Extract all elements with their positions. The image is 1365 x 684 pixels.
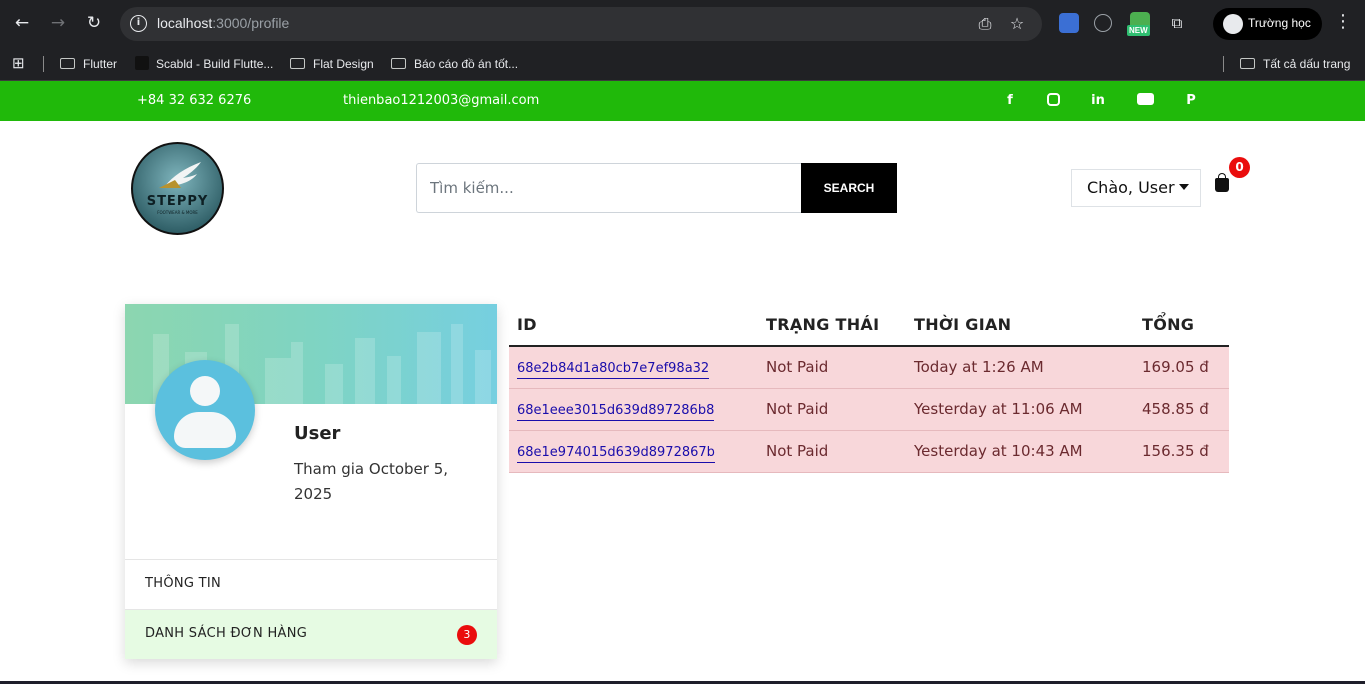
profile-card: User Tham gia October 5, 2025 THÔNG TIN …: [125, 304, 497, 659]
profile-avatar: [1223, 14, 1243, 34]
avatar: [155, 360, 255, 460]
folder-icon: [391, 58, 406, 69]
bookmark-label: Flutter: [83, 57, 118, 71]
browser-menu-icon[interactable]: ⋮: [1334, 12, 1352, 32]
table-header-row: ID TRẠNG THÁI THỜI GIAN TỔNG: [509, 304, 1229, 347]
user-greeting: Chào, User: [1087, 178, 1175, 197]
cart-count-badge: 0: [1229, 157, 1250, 178]
order-total: 458.85 đ: [1134, 388, 1229, 431]
pinterest-icon[interactable]: P: [1181, 91, 1201, 111]
column-header-id: ID: [509, 304, 758, 347]
bookmark-scabld[interactable]: Scabld - Build Flutte...: [135, 54, 273, 74]
caret-down-icon: [1178, 184, 1189, 190]
forward-icon[interactable]: →: [46, 11, 70, 35]
search-button[interactable]: SEARCH: [801, 163, 897, 213]
extensions-puzzle-icon[interactable]: ⧉: [1165, 11, 1189, 35]
profile-joined-date: Tham gia October 5, 2025: [294, 460, 448, 503]
order-status: Not Paid: [758, 430, 906, 473]
folder-icon: [290, 58, 305, 69]
logo-subtext: FOOTWEAR & MORE: [157, 210, 198, 215]
url-path: :3000/profile: [212, 15, 290, 31]
bookmark-label: Scabld - Build Flutte...: [156, 57, 274, 71]
column-header-status: TRẠNG THÁI: [758, 304, 906, 347]
orders-table: ID TRẠNG THÁI THỜI GIAN TỔNG 68e2b84d1a8…: [509, 304, 1229, 473]
bookmarks-separator: [1223, 56, 1224, 72]
order-total: 156.35 đ: [1134, 430, 1229, 473]
orders-count-badge: 3: [457, 625, 477, 645]
reload-icon[interactable]: ↻: [82, 11, 106, 35]
order-total: 169.05 đ: [1134, 346, 1229, 389]
logo-text: STEPPY: [146, 194, 209, 209]
bookmarks-separator: [43, 56, 44, 72]
order-time: Yesterday at 10:43 AM: [906, 430, 1134, 473]
order-status: Not Paid: [758, 346, 906, 389]
url-text[interactable]: localhost:3000/profile: [157, 15, 289, 31]
bookmarks-bar: ⊞ Flutter Scabld - Build Flutte... Flat …: [0, 46, 1365, 81]
bookmark-bao-cao[interactable]: Báo cáo đồ án tốt...: [391, 54, 518, 74]
translate-extension-icon[interactable]: [1059, 13, 1079, 33]
steppy-logo[interactable]: STEPPY FOOTWEAR & MORE: [131, 142, 224, 235]
column-header-time: THỜI GIAN: [906, 304, 1134, 347]
bookmark-flat-design[interactable]: Flat Design: [290, 54, 374, 74]
table-row: 68e2b84d1a80cb7e7ef98a32 Not Paid Today …: [509, 346, 1229, 389]
address-bar[interactable]: i localhost:3000/profile ⎙ ☆: [120, 7, 1042, 41]
menu-item-label: DANH SÁCH ĐƠN HÀNG: [145, 626, 308, 641]
install-app-icon[interactable]: ⎙: [975, 14, 995, 34]
browser-toolbar: ← → ↻ i localhost:3000/profile ⎙ ☆ NEW ⧉…: [0, 0, 1365, 46]
apps-grid-icon[interactable]: ⊞: [12, 54, 25, 74]
folder-icon: [60, 58, 75, 69]
scabld-favicon-icon: [135, 56, 149, 70]
order-time: Yesterday at 11:06 AM: [906, 388, 1134, 431]
user-dropdown[interactable]: Chào, User: [1071, 169, 1201, 207]
user-avatar-icon: [190, 376, 220, 406]
new-badge: NEW: [1127, 25, 1150, 36]
contact-phone: +84 32 632 6276: [137, 93, 252, 108]
column-header-total: TỔNG: [1134, 304, 1229, 347]
profile-button[interactable]: Trường học: [1213, 8, 1322, 40]
avatar-body: [174, 412, 236, 448]
menu-item-orders[interactable]: DANH SÁCH ĐƠN HÀNG 3: [125, 609, 497, 659]
bookmark-label: Flat Design: [313, 57, 374, 71]
order-id-link[interactable]: 68e1e974015d639d8972867b: [517, 445, 715, 463]
profile-label: Trường học: [1248, 16, 1311, 30]
contact-email: thienbao1212003@gmail.com: [343, 93, 540, 108]
bookmark-star-icon[interactable]: ☆: [1007, 14, 1027, 34]
search-box: [416, 163, 802, 213]
table-row: 68e1eee3015d639d897286b8 Not Paid Yester…: [509, 388, 1229, 431]
back-icon[interactable]: ←: [10, 11, 34, 35]
order-time: Today at 1:26 AM: [906, 346, 1134, 389]
folder-icon: [1240, 58, 1255, 69]
linkedin-icon[interactable]: in: [1088, 91, 1108, 111]
search-input[interactable]: [417, 164, 802, 212]
order-status: Not Paid: [758, 388, 906, 431]
order-id-link[interactable]: 68e2b84d1a80cb7e7ef98a32: [517, 361, 710, 380]
bookmark-label: Báo cáo đồ án tốt...: [414, 57, 519, 71]
contact-bar: +84 32 632 6276 thienbao1212003@gmail.co…: [0, 81, 1365, 121]
bookmark-flutter[interactable]: Flutter: [60, 54, 117, 74]
shopping-bag-icon[interactable]: [1215, 173, 1229, 192]
order-id-link[interactable]: 68e1eee3015d639d897286b8: [517, 403, 715, 421]
youtube-icon[interactable]: [1135, 91, 1155, 111]
table-row: 68e1e974015d639d8972867b Not Paid Yester…: [509, 430, 1229, 473]
wing-icon: [159, 162, 201, 188]
all-bookmarks[interactable]: Tất cả dấu trang: [1240, 54, 1350, 74]
site-info-icon[interactable]: i: [130, 15, 147, 32]
url-host: localhost: [157, 15, 213, 31]
menu-item-info[interactable]: THÔNG TIN: [125, 559, 497, 609]
compass-extension-icon[interactable]: [1094, 14, 1112, 32]
bookmark-label: Tất cả dấu trang: [1263, 57, 1351, 71]
profile-name: User: [294, 423, 341, 444]
menu-item-label: THÔNG TIN: [145, 576, 222, 591]
facebook-icon[interactable]: f: [1000, 91, 1020, 111]
instagram-icon[interactable]: [1043, 91, 1063, 111]
